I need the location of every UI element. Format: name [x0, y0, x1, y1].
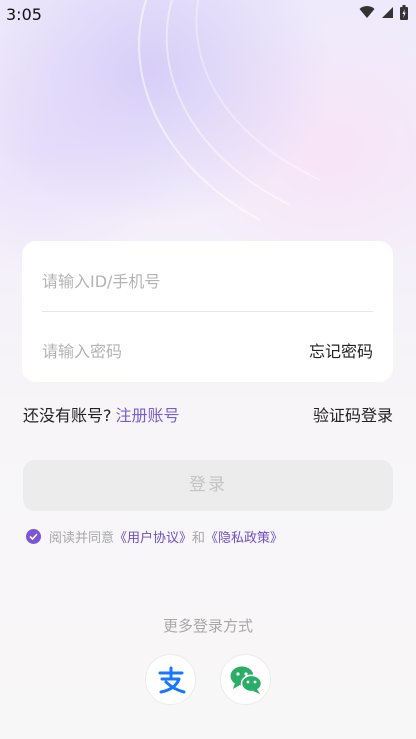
form-divider [42, 311, 373, 312]
alipay-login-button[interactable] [145, 654, 196, 705]
register-row: 还没有账号? 注册账号 [23, 402, 180, 426]
register-link[interactable]: 注册账号 [116, 406, 180, 425]
more-login-title: 更多登录方式 [162, 617, 253, 635]
background-curves [138, 0, 321, 221]
status-bar: 3:05 [0, 0, 416, 28]
signal-icon [382, 7, 393, 18]
check-icon [29, 533, 38, 540]
wechat-login-button[interactable] [220, 654, 271, 705]
user-agreement-link[interactable]: 《用户协议》 [114, 527, 192, 546]
alipay-icon [158, 666, 185, 693]
status-time: 3:05 [6, 5, 42, 24]
code-login-link[interactable]: 验证码登录 [313, 402, 393, 426]
wifi-icon [359, 6, 375, 19]
password-input[interactable]: 请输入密码 [42, 338, 122, 362]
login-button[interactable]: 登录 [23, 460, 393, 511]
forgot-password-link[interactable]: 忘记密码 [309, 338, 373, 362]
privacy-policy-link[interactable]: 《隐私政策》 [205, 527, 283, 546]
battery-icon [400, 5, 408, 20]
id-phone-input[interactable]: 请输入ID/手机号 [42, 268, 160, 292]
register-prompt: 还没有账号? [23, 406, 112, 425]
agreement-checkbox[interactable] [26, 529, 41, 544]
status-icons [359, 5, 408, 20]
login-form-card: 请输入ID/手机号 请输入密码 忘记密码 [22, 241, 393, 382]
agreement-row: 阅读并同意 《用户协议》 和 《隐私政策》 [26, 527, 283, 546]
agreement-prefix: 阅读并同意 [49, 531, 115, 546]
agreement-and: 和 [192, 531, 206, 546]
wechat-icon [230, 666, 262, 694]
